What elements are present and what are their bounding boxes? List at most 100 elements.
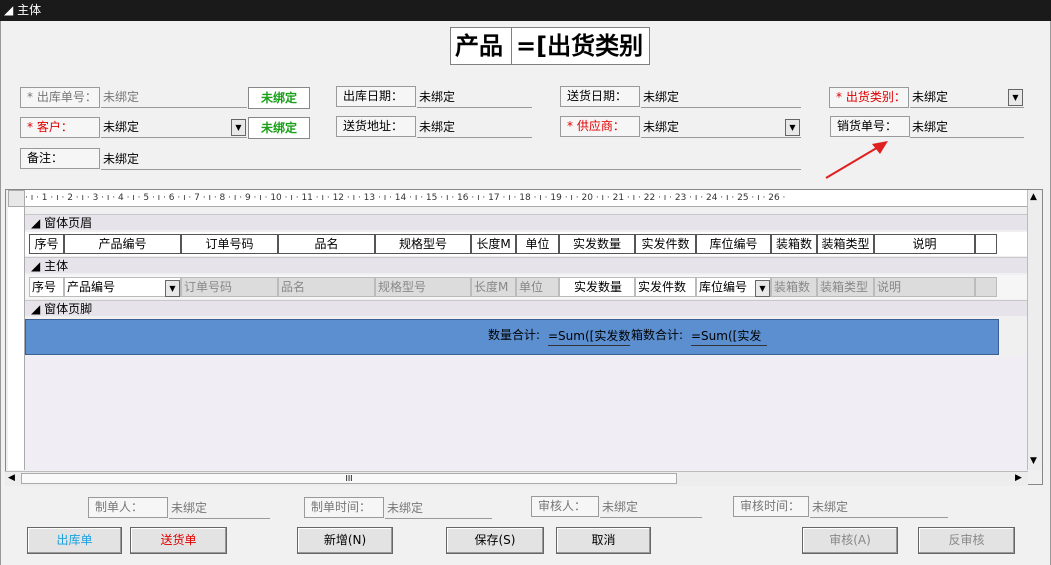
header-cell: 实发数量 bbox=[559, 234, 635, 254]
auditor-label: 审核人： bbox=[531, 496, 599, 517]
footer-totals-area: 数量合计: =Sum([实发数 箱数合计: =Sum([实发 bbox=[25, 319, 999, 355]
header-cell: 产品编号 bbox=[64, 234, 181, 254]
band-icon: ◢ bbox=[31, 302, 41, 316]
red-arrow-icon bbox=[825, 141, 888, 179]
form-footer-label: 窗体页脚 bbox=[44, 302, 93, 316]
section-label: 主体 bbox=[17, 3, 42, 17]
remark-label: 备注： bbox=[20, 148, 100, 169]
scroll-thumb[interactable]: III bbox=[21, 473, 677, 484]
customer-select[interactable]: 未绑定 bbox=[101, 116, 247, 138]
delivery-address-label: 送货地址： bbox=[336, 116, 416, 137]
sales-no-field[interactable]: 未绑定 bbox=[910, 116, 1024, 138]
band-icon: ◢ bbox=[31, 259, 41, 273]
header-cell: 装箱数 bbox=[771, 234, 817, 254]
chevron-down-icon[interactable]: ▼ bbox=[785, 119, 800, 136]
outbound-no-field[interactable]: 未绑定 bbox=[101, 86, 247, 108]
scroll-right-icon[interactable]: ▶ bbox=[1015, 473, 1022, 483]
detail-cell[interactable]: 装箱类型 bbox=[817, 277, 874, 297]
detail-cell[interactable]: 说明 bbox=[874, 277, 975, 297]
detail-cell[interactable]: 订单号码 bbox=[181, 277, 278, 297]
detail-band: ◢ 主体 bbox=[25, 257, 1028, 273]
new-button[interactable]: 新增(N) bbox=[297, 527, 393, 554]
vertical-ruler bbox=[8, 207, 25, 470]
chevron-down-icon[interactable]: ▼ bbox=[755, 280, 770, 297]
detail-cell[interactable]: 单位 bbox=[516, 277, 559, 297]
bind-button-2[interactable]: 未绑定 bbox=[248, 117, 310, 139]
qty-total-label: 数量合计: bbox=[488, 328, 541, 342]
collapse-icon[interactable]: ◢ bbox=[4, 3, 13, 17]
header-cell: 实发件数 bbox=[635, 234, 696, 254]
detail-cell-product[interactable]: 产品编号 bbox=[64, 277, 181, 297]
box-total-field[interactable]: =Sum([实发 bbox=[691, 326, 767, 346]
band-icon: ◢ bbox=[31, 216, 41, 230]
audit-time-label: 审核时间： bbox=[733, 496, 809, 517]
header-cell: 库位编号 bbox=[696, 234, 771, 254]
header-cell: 规格型号 bbox=[375, 234, 471, 254]
ship-type-select[interactable]: 未绑定 bbox=[910, 86, 1024, 108]
maker-field[interactable]: 未绑定 bbox=[169, 497, 270, 519]
outbound-no-label: * 出库单号： bbox=[20, 87, 100, 108]
header-cell: 说明 bbox=[874, 234, 975, 254]
delivery-button[interactable]: 送货单 bbox=[130, 527, 227, 554]
scroll-up-icon[interactable]: ▲ bbox=[1030, 192, 1037, 202]
chevron-down-icon[interactable]: ▼ bbox=[1008, 89, 1023, 106]
form-footer-band: ◢ 窗体页脚 bbox=[25, 300, 1028, 316]
outbound-date-label: 出库日期： bbox=[336, 86, 416, 107]
header-cell: 品名 bbox=[278, 234, 375, 254]
vertical-scrollbar[interactable]: ▲ ▼ bbox=[1027, 190, 1042, 470]
delivery-date-label: 送货日期： bbox=[560, 86, 640, 107]
detail-label: 主体 bbox=[44, 259, 69, 273]
form-header-band: ◢ 窗体页眉 bbox=[25, 214, 1028, 230]
detail-cell[interactable]: 装箱数 bbox=[771, 277, 817, 297]
header-cell: 装箱类型 bbox=[817, 234, 874, 254]
header-cell: 单位 bbox=[516, 234, 559, 254]
header-cell: 长度M bbox=[471, 234, 516, 254]
detail-cell[interactable]: 长度M bbox=[471, 277, 516, 297]
scroll-down-icon[interactable]: ▼ bbox=[1030, 456, 1037, 466]
ruler-corner bbox=[8, 190, 25, 207]
detail-cell[interactable]: 实发数量 bbox=[559, 277, 635, 297]
title-expression[interactable]: =[出货类别 bbox=[511, 27, 650, 65]
scroll-left-icon[interactable]: ◀ bbox=[8, 473, 15, 483]
remark-field[interactable]: 未绑定 bbox=[101, 148, 801, 170]
delivery-date-field[interactable]: 未绑定 bbox=[641, 86, 801, 108]
detail-cell[interactable]: 规格型号 bbox=[375, 277, 471, 297]
make-time-label: 制单时间： bbox=[304, 497, 384, 518]
detail-cell-blank bbox=[975, 277, 997, 297]
sales-no-label: 销货单号： bbox=[830, 116, 910, 137]
horizontal-ruler: · ı · 1 · ı · 2 · ı · 3 · ı · 4 · ı · 5 … bbox=[25, 190, 1028, 207]
delivery-address-field[interactable]: 未绑定 bbox=[417, 116, 532, 138]
chevron-down-icon[interactable]: ▼ bbox=[231, 119, 246, 136]
form-header-label: 窗体页眉 bbox=[44, 216, 93, 230]
supplier-label: * 供应商： bbox=[560, 116, 640, 137]
detail-cell[interactable]: 序号 bbox=[29, 277, 64, 297]
header-row: 序号 产品编号 订单号码 品名 规格型号 长度M 单位 实发数量 实发件数 库位… bbox=[25, 232, 1028, 256]
horizontal-scrollbar[interactable]: ◀ III ▶ bbox=[5, 471, 1028, 486]
title-prefix: 产品 bbox=[450, 27, 512, 65]
outbound-button[interactable]: 出库单 bbox=[27, 527, 122, 554]
outbound-date-field[interactable]: 未绑定 bbox=[417, 86, 532, 108]
auditor-field[interactable]: 未绑定 bbox=[600, 496, 702, 518]
make-time-field[interactable]: 未绑定 bbox=[385, 497, 492, 519]
cancel-button[interactable]: 取消 bbox=[556, 527, 651, 554]
ship-type-label: * 出货类别： bbox=[829, 87, 909, 108]
header-cell: 订单号码 bbox=[181, 234, 278, 254]
box-total-label: 箱数合计: bbox=[631, 328, 684, 342]
audit-button[interactable]: 审核(A) bbox=[802, 527, 898, 554]
supplier-select[interactable]: 未绑定 bbox=[641, 116, 801, 138]
qty-total-field[interactable]: =Sum([实发数 bbox=[548, 326, 630, 346]
customer-label: * 客户： bbox=[20, 117, 100, 138]
maker-label: 制单人： bbox=[88, 497, 168, 518]
detail-row: 序号 产品编号 ▼ 订单号码 品名 规格型号 长度M 单位 实发数量 实发件数 … bbox=[25, 275, 1028, 299]
chevron-down-icon[interactable]: ▼ bbox=[165, 280, 180, 297]
header-cell-blank bbox=[975, 234, 997, 254]
subform-empty-area bbox=[25, 356, 1028, 470]
detail-cell[interactable]: 品名 bbox=[278, 277, 375, 297]
header-cell: 序号 bbox=[29, 234, 64, 254]
detail-cell[interactable]: 实发件数 bbox=[635, 277, 696, 297]
audit-time-field[interactable]: 未绑定 bbox=[810, 496, 948, 518]
section-bar: ◢ 主体 bbox=[0, 0, 1051, 21]
unaudit-button[interactable]: 反审核 bbox=[918, 527, 1015, 554]
save-button[interactable]: 保存(S) bbox=[446, 527, 544, 554]
bind-button-1[interactable]: 未绑定 bbox=[248, 87, 310, 109]
